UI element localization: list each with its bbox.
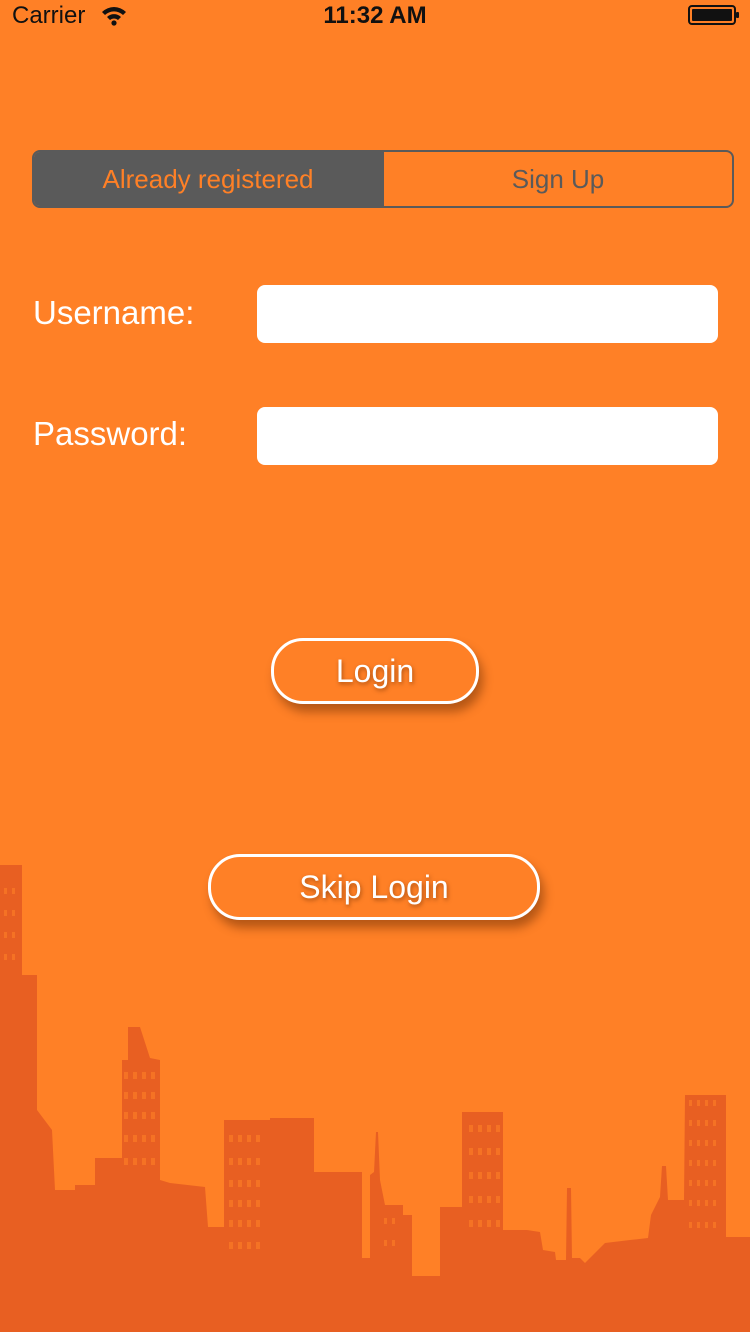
- battery-icon: [688, 5, 739, 25]
- username-input[interactable]: [257, 285, 718, 343]
- password-input[interactable]: [257, 407, 718, 465]
- login-button[interactable]: Login: [271, 638, 479, 704]
- city-skyline-illustration: [0, 865, 750, 1332]
- clock: 11:32 AM: [323, 2, 427, 29]
- segment-sign-up[interactable]: Sign Up: [382, 152, 732, 206]
- segment-already-registered[interactable]: Already registered: [34, 152, 382, 206]
- login-mode-segmented-control[interactable]: Already registered Sign Up: [32, 150, 734, 208]
- username-label: Username:: [33, 294, 195, 331]
- status-bar: Carrier 11:32 AM: [0, 0, 750, 40]
- password-label: Password:: [33, 415, 188, 452]
- skip-login-button[interactable]: Skip Login: [208, 854, 540, 920]
